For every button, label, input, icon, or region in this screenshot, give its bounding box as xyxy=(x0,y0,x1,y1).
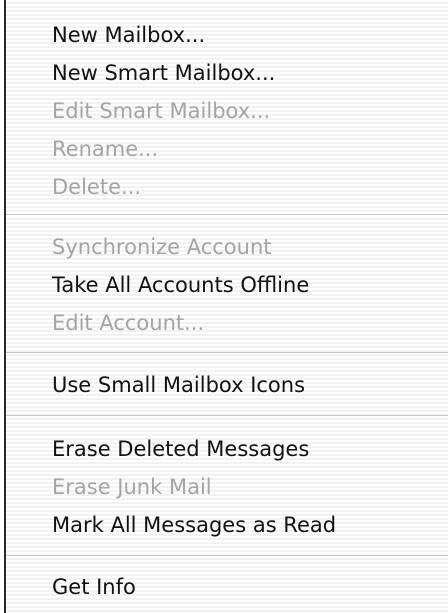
menu-item-delete: Delete... xyxy=(52,175,142,199)
menu-separator xyxy=(6,214,448,216)
menu-item-new-smart-mailbox[interactable]: New Smart Mailbox... xyxy=(52,56,448,90)
menu-item-use-small-mailbox-icons[interactable]: Use Small Mailbox Icons xyxy=(52,368,448,402)
menu-separator xyxy=(6,352,448,354)
menu-item-new-mailbox[interactable]: New Mailbox... xyxy=(52,18,448,52)
menu-item-synchronize-account: Synchronize Account xyxy=(52,235,272,259)
menu-item-edit-account: Edit Account... xyxy=(52,311,205,335)
menu-item-erase-junk-mail: Erase Junk Mail xyxy=(52,475,212,499)
mailbox-context-menu: New Mailbox... New Smart Mailbox... Edit… xyxy=(4,0,448,613)
menu-item-get-info[interactable]: Get Info xyxy=(52,570,448,604)
menu-separator xyxy=(6,415,448,417)
menu-item-take-all-accounts-offline[interactable]: Take All Accounts Offline xyxy=(52,268,448,302)
menu-item-edit-smart-mailbox: Edit Smart Mailbox... xyxy=(52,99,271,123)
menu-item-rename: Rename... xyxy=(52,137,159,161)
menu-item-erase-deleted-messages[interactable]: Erase Deleted Messages xyxy=(52,432,448,466)
menu-item-mark-all-messages-as-read[interactable]: Mark All Messages as Read xyxy=(52,508,448,542)
menu-separator xyxy=(6,555,448,557)
